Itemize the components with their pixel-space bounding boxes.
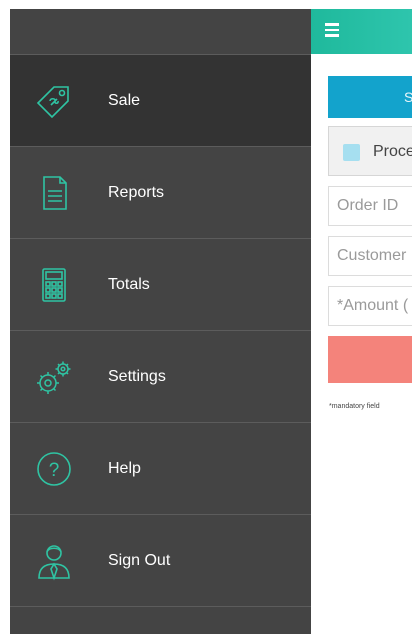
calculator-icon (34, 265, 74, 305)
menu-item-sign-out[interactable]: Sign Out (10, 515, 311, 607)
order-id-field[interactable]: Order ID (328, 186, 412, 226)
order-id-placeholder: Order ID (337, 197, 399, 214)
sale-tag-icon (34, 81, 74, 121)
svg-text:?: ? (49, 460, 60, 481)
drawer-header (10, 9, 311, 55)
menu-item-label: Totals (108, 275, 150, 293)
menu-item-label: Reports (108, 183, 165, 201)
primary-action-button[interactable]: S (328, 76, 412, 118)
hamburger-menu-icon[interactable] (325, 23, 339, 37)
mandatory-field-note: *mandatory field (329, 403, 380, 410)
menu-item-reports[interactable]: Reports (10, 147, 311, 239)
menu-item-label: Help (108, 459, 141, 477)
main-content: S Proce Order ID Customer *Amount ( *man… (311, 9, 412, 634)
user-sign-out-icon (34, 541, 74, 581)
submit-button[interactable] (328, 336, 412, 383)
amount-placeholder: *Amount ( (337, 297, 409, 314)
menu-item-help[interactable]: ? Help (10, 423, 311, 515)
process-checkbox-row[interactable]: Proce (328, 126, 412, 176)
reports-icon (34, 173, 74, 213)
gears-icon (34, 357, 74, 397)
amount-field[interactable]: *Amount ( (328, 286, 412, 326)
menu-item-label: Sign Out (108, 551, 171, 569)
customer-field[interactable]: Customer (328, 236, 412, 276)
menu-item-label: Sale (108, 91, 141, 109)
top-app-bar (311, 9, 412, 54)
navigation-drawer: Sale Reports Totals Settings ? Help Sign… (10, 9, 311, 634)
customer-placeholder: Customer (337, 247, 407, 264)
checkbox[interactable] (343, 144, 360, 161)
menu-item-totals[interactable]: Totals (10, 239, 311, 331)
menu-item-label: Settings (108, 367, 166, 385)
checkbox-label: Proce (373, 143, 412, 160)
help-icon: ? (34, 449, 74, 489)
menu-item-sale[interactable]: Sale (10, 55, 311, 147)
menu-item-settings[interactable]: Settings (10, 331, 311, 423)
